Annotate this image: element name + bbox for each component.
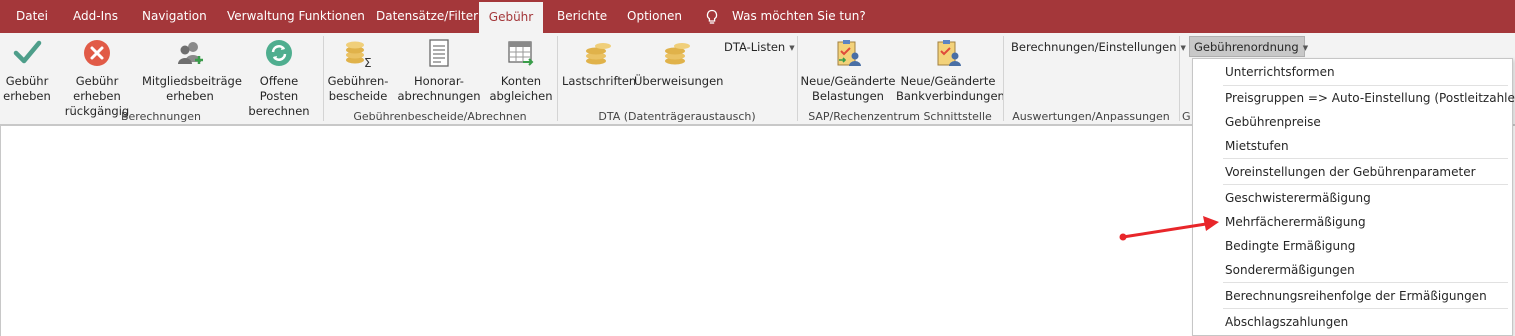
tab-datensaetze-filter[interactable]: Datensätze/Filter — [376, 0, 478, 33]
coins-sum-icon: Σ — [343, 38, 373, 70]
gebuehrenbescheide-button[interactable]: Σ Gebühren- bescheide — [326, 33, 390, 109]
svg-text:Σ: Σ — [364, 56, 372, 68]
menu-item-voreinstellungen[interactable]: Voreinstellungen der Gebührenparameter — [1225, 161, 1476, 183]
gebuehrenbescheide-label: Gebühren- bescheide — [327, 74, 389, 103]
menu-divider — [1223, 184, 1508, 185]
chevron-down-icon: ▼ — [789, 43, 795, 52]
menu-item-geschwisterermaessigung[interactable]: Geschwisterermäßigung — [1225, 187, 1371, 209]
clipboard-user-icon — [833, 38, 863, 68]
calendar-arrow-icon — [506, 38, 536, 68]
document-icon — [424, 38, 454, 68]
menu-item-unterrichtsformen[interactable]: Unterrichtsformen — [1225, 61, 1335, 83]
lightbulb-icon — [705, 9, 719, 25]
menu-item-mietstufen[interactable]: Mietstufen — [1225, 135, 1289, 157]
menu-item-berechnungsreihenfolge[interactable]: Berechnungsreihenfolge der Ermäßigungen — [1225, 285, 1487, 307]
cancel-circle-icon — [82, 38, 112, 68]
gebuehrenordnung-dropdown[interactable]: Gebührenordnung ▼ — [1189, 36, 1309, 57]
lastschriften-button[interactable]: Lastschriften — [562, 33, 637, 109]
menu-divider — [1223, 308, 1508, 309]
users-icon — [175, 38, 205, 68]
clipboard-user-icon — [933, 38, 963, 68]
neue-geaenderte-bankverbindungen-button[interactable]: Neue/Geänderte Bankverbindungen — [896, 33, 1005, 109]
group-auswertungen-label: Auswertungen/Anpassungen — [1012, 110, 1170, 123]
honorarabrechnungen-button[interactable]: Honorar- abrechnungen — [396, 33, 482, 109]
tab-optionen[interactable]: Optionen — [627, 0, 682, 33]
offene-posten-berechnen-button[interactable]: Offene Posten berechnen — [239, 33, 319, 118]
ueberweisungen-label: Überweisungen — [634, 74, 724, 88]
tell-me-search[interactable]: Was möchten Sie tun? — [732, 0, 866, 33]
ribbon-tab-bar: Datei Add-Ins Navigation Verwaltung Funk… — [0, 0, 1515, 33]
tab-add-ins[interactable]: Add-Ins — [73, 0, 118, 33]
refresh-icon — [264, 38, 294, 68]
dta-listen-label: DTA-Listen — [724, 40, 786, 54]
menu-divider — [1223, 85, 1508, 86]
gebuehr-erheben-rueckgaengig-button[interactable]: Gebühr erheben rückgängig — [53, 33, 141, 118]
gebuehr-erheben-label: Gebühr erheben — [3, 74, 51, 103]
mitgliedsbeitraege-erheben-button[interactable]: Mitgliedsbeiträge erheben — [142, 33, 242, 109]
gebuehrenordnung-label: Gebührenordnung — [1194, 40, 1299, 54]
menu-item-preisgruppen[interactable]: Preisgruppen => Auto-Einstellung (Postle… — [1225, 87, 1515, 109]
berechnungen-einstellungen-dropdown[interactable]: Berechnungen/Einstellungen ▼ — [1011, 39, 1186, 56]
group-truncated-label: G — [1182, 110, 1191, 123]
menu-divider — [1223, 282, 1508, 283]
group-berechnungen-label: Berechnungen — [120, 110, 202, 123]
tab-berichte[interactable]: Berichte — [557, 0, 607, 33]
dta-listen-dropdown[interactable]: DTA-Listen ▼ — [724, 39, 795, 56]
menu-item-sonderermaessigungen[interactable]: Sonderermäßigungen — [1225, 259, 1355, 281]
neue-geaenderte-belastungen-label: Neue/Geänderte Belastungen — [800, 74, 896, 103]
konten-abgleichen-button[interactable]: Konten abgleichen — [488, 33, 554, 109]
gebuehrenordnung-menu: Unterrichtsformen Preisgruppen => Auto-E… — [1192, 58, 1515, 336]
tab-navigation[interactable]: Navigation — [142, 0, 207, 33]
menu-divider — [1223, 158, 1508, 159]
group-gebuehrenbescheide-label: Gebührenbescheide/Abrechnen — [353, 110, 527, 123]
tab-gebuehr[interactable]: Gebühr — [479, 2, 543, 33]
chevron-down-icon: ▼ — [1180, 43, 1186, 52]
menu-item-gebuehrenpreise[interactable]: Gebührenpreise — [1225, 111, 1321, 133]
ueberweisungen-button[interactable]: Überweisungen — [634, 33, 724, 109]
mitgliedsbeitraege-erheben-label: Mitgliedsbeiträge erheben — [142, 74, 242, 103]
chevron-down-icon: ▼ — [1302, 43, 1309, 52]
coins-icon — [583, 38, 613, 68]
group-dta-label: DTA (Datenträgeraustausch) — [598, 110, 756, 123]
gebuehr-erheben-button[interactable]: Gebühr erheben — [2, 33, 52, 109]
group-separator — [1179, 36, 1180, 121]
tab-datei[interactable]: Datei — [16, 0, 48, 33]
lastschriften-label: Lastschriften — [562, 74, 637, 88]
berechnungen-einstellungen-label: Berechnungen/Einstellungen — [1011, 40, 1177, 54]
honorarabrechnungen-label: Honorar- abrechnungen — [397, 74, 481, 103]
neue-geaenderte-bankverbindungen-label: Neue/Geänderte Bankverbindungen — [896, 74, 1005, 103]
checkmark-icon — [12, 38, 42, 68]
menu-item-abschlagszahlungen[interactable]: Abschlagszahlungen — [1225, 311, 1348, 333]
neue-geaenderte-belastungen-button[interactable]: Neue/Geänderte Belastungen — [800, 33, 896, 109]
konten-abgleichen-label: Konten abgleichen — [489, 74, 553, 103]
coins-icon — [662, 38, 692, 68]
menu-item-bedingte-ermaessigung[interactable]: Bedingte Ermäßigung — [1225, 235, 1355, 257]
group-sap-label: SAP/Rechenzentrum Schnittstelle — [808, 110, 992, 123]
tab-verwaltung-funktionen[interactable]: Verwaltung Funktionen — [227, 0, 365, 33]
menu-item-mehrfaecherermaessigung[interactable]: Mehrfächerermäßigung — [1225, 211, 1366, 233]
